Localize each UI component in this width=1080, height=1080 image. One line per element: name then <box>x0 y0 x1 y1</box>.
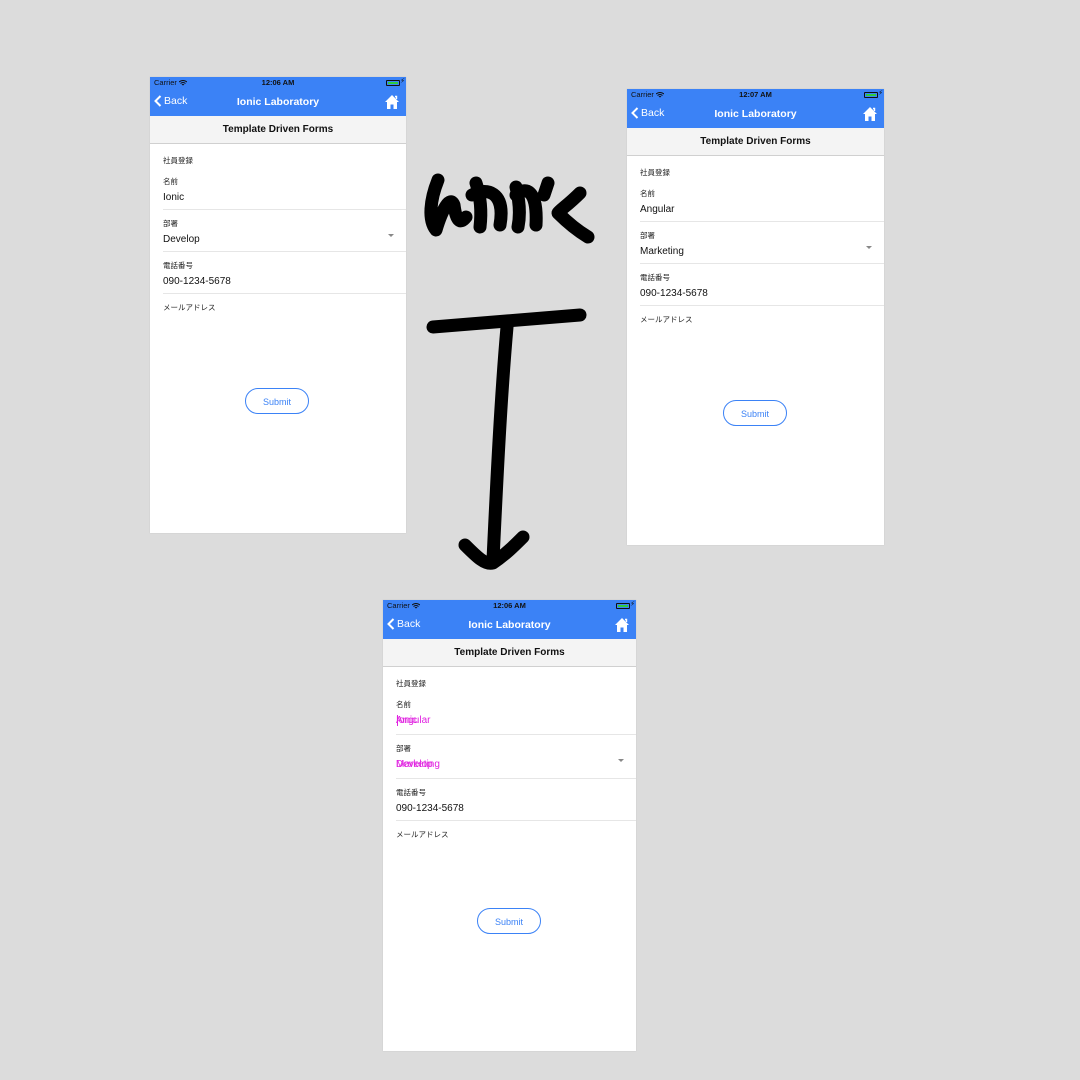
phone-field[interactable]: 電話番号 090-1234-5678 <box>396 779 636 821</box>
email-field[interactable]: メールアドレス <box>163 294 406 313</box>
status-time: 12:06 AM <box>261 78 295 87</box>
section-label: 社員登録 <box>640 168 670 177</box>
phone-label: 電話番号 <box>396 788 426 797</box>
employee-form: 社員登録 名前 Ionic 部署 Develop 電話番号 090-1234-5… <box>150 144 406 313</box>
status-bar: Carrier 12:06 AM ⚡ <box>383 600 636 612</box>
caret-down-icon[interactable] <box>618 759 624 762</box>
section-label: 社員登録 <box>396 679 426 688</box>
email-label: メールアドレス <box>163 303 216 312</box>
submit-button[interactable]: Submit <box>723 400 787 426</box>
form-subheader: Template Driven Forms <box>383 639 636 667</box>
nav-bar: Back Ionic Laboratory <box>150 89 406 116</box>
email-label: メールアドレス <box>640 315 693 324</box>
page-title: Ionic Laboratory <box>468 619 551 631</box>
employee-form: 社員登録 名前 Angular 部署 Marketing 電話番号 090-12… <box>627 156 884 325</box>
caret-down-icon[interactable] <box>388 234 394 237</box>
name-field[interactable]: 名前 Ionic Angular <box>396 691 636 735</box>
handwriting-annotation <box>424 173 595 244</box>
submit-button[interactable]: Submit <box>477 908 541 934</box>
department-value[interactable]: Develop <box>163 229 406 251</box>
section-label: 社員登録 <box>163 156 193 165</box>
name-label: 名前 <box>640 189 655 198</box>
department-value-marketing: Marketing <box>396 759 440 770</box>
down-arrow-annotation <box>426 308 587 570</box>
department-select[interactable]: 部署 Marketing <box>640 222 884 264</box>
phone-screen-bottom: Carrier 12:06 AM ⚡ Back Ionic Laboratory… <box>383 600 636 1051</box>
home-icon[interactable] <box>384 94 400 110</box>
department-label: 部署 <box>163 219 178 228</box>
caret-down-icon[interactable] <box>866 246 872 249</box>
name-input[interactable]: Ionic Angular <box>396 710 636 734</box>
employee-form: 社員登録 名前 Ionic Angular 部署 Develop Marketi… <box>383 667 636 840</box>
home-icon[interactable] <box>614 617 630 633</box>
form-subheader: Template Driven Forms <box>627 128 884 156</box>
phone-field[interactable]: 電話番号 090-1234-5678 <box>163 252 406 294</box>
phone-input[interactable]: 090-1234-5678 <box>640 283 884 305</box>
status-bar: Carrier 12:07 AM ⚡ <box>627 89 884 101</box>
nav-bar: Back Ionic Laboratory <box>383 612 636 639</box>
home-icon[interactable] <box>862 106 878 122</box>
battery-icon <box>616 603 630 609</box>
text-cursor <box>397 715 398 726</box>
name-input[interactable]: Angular <box>640 199 884 221</box>
name-label: 名前 <box>163 177 178 186</box>
battery-icon <box>386 80 400 86</box>
phone-screen-right: Carrier 12:07 AM ⚡ Back Ionic Laboratory… <box>627 89 884 545</box>
department-value[interactable]: Marketing <box>640 241 884 263</box>
charging-icon: ⚡ <box>400 78 405 85</box>
name-field[interactable]: 名前 Ionic <box>163 168 406 210</box>
phone-label: 電話番号 <box>163 261 193 270</box>
status-bar: Carrier 12:06 AM ⚡ <box>150 77 406 89</box>
name-input[interactable]: Ionic <box>163 187 406 209</box>
page-title: Ionic Laboratory <box>714 108 797 120</box>
phone-label: 電話番号 <box>640 273 670 282</box>
department-label: 部署 <box>640 231 655 240</box>
name-field[interactable]: 名前 Angular <box>640 180 884 222</box>
department-label: 部署 <box>396 744 411 753</box>
phone-input[interactable]: 090-1234-5678 <box>163 271 406 293</box>
status-time: 12:06 AM <box>493 601 526 610</box>
phone-screen-left: Carrier 12:06 AM ⚡ Back Ionic Laboratory… <box>150 77 406 533</box>
name-label: 名前 <box>396 700 411 709</box>
submit-button[interactable]: Submit <box>245 388 309 414</box>
department-select[interactable]: 部署 Develop <box>163 210 406 252</box>
battery-icon <box>864 92 878 98</box>
email-field[interactable]: メールアドレス <box>396 821 636 840</box>
page-title: Ionic Laboratory <box>236 96 320 108</box>
email-label: メールアドレス <box>396 830 449 839</box>
charging-icon: ⚡ <box>878 90 883 97</box>
form-subheader: Template Driven Forms <box>150 116 406 144</box>
department-select[interactable]: 部署 Develop Marketing <box>396 735 636 779</box>
department-value[interactable]: Develop Marketing <box>396 754 636 778</box>
status-time: 12:07 AM <box>739 90 772 99</box>
phone-field[interactable]: 電話番号 090-1234-5678 <box>640 264 884 306</box>
phone-input[interactable]: 090-1234-5678 <box>396 798 636 820</box>
charging-icon: ⚡ <box>630 601 635 608</box>
nav-bar: Back Ionic Laboratory <box>627 101 884 128</box>
email-field[interactable]: メールアドレス <box>640 306 884 325</box>
